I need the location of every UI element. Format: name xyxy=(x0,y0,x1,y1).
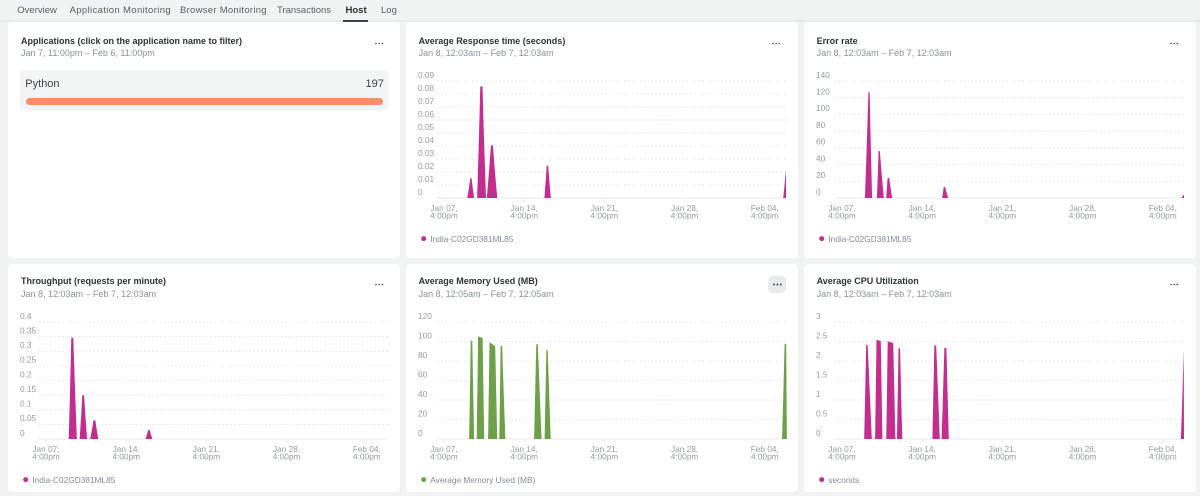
svg-text:0: 0 xyxy=(418,428,423,438)
svg-text:4:00pm: 4:00pm xyxy=(590,452,618,462)
svg-text:40: 40 xyxy=(816,154,826,164)
svg-text:4:00pm: 4:00pm xyxy=(112,452,140,462)
svg-text:0.15: 0.15 xyxy=(20,384,37,394)
svg-text:0: 0 xyxy=(418,187,423,197)
svg-text:0.1: 0.1 xyxy=(20,399,32,409)
svg-text:4:00pm: 4:00pm xyxy=(193,452,221,462)
svg-text:India-C02GD381ML85: India-C02GD381ML85 xyxy=(828,234,911,244)
svg-text:1.5: 1.5 xyxy=(816,369,828,379)
svg-text:4:00pm: 4:00pm xyxy=(1068,211,1096,221)
svg-text:4:00pm: 4:00pm xyxy=(908,211,936,221)
svg-text:4:00pm: 4:00pm xyxy=(273,452,301,462)
svg-text:Average Memory Used (MB): Average Memory Used (MB) xyxy=(430,475,535,485)
svg-text:0.03: 0.03 xyxy=(418,148,435,158)
svg-text:seconds: seconds xyxy=(828,475,859,485)
svg-text:0.4: 0.4 xyxy=(20,311,32,321)
svg-text:4:00pm: 4:00pm xyxy=(751,211,779,221)
svg-text:2: 2 xyxy=(816,350,821,360)
svg-text:1: 1 xyxy=(816,389,821,399)
svg-text:0.09: 0.09 xyxy=(418,70,435,80)
svg-text:80: 80 xyxy=(816,120,826,130)
svg-text:India-C02GD381ML85: India-C02GD381ML85 xyxy=(32,475,115,485)
svg-text:0.05: 0.05 xyxy=(418,122,435,132)
svg-text:4:00pm: 4:00pm xyxy=(510,211,538,221)
svg-text:4:00pm: 4:00pm xyxy=(988,452,1016,462)
svg-text:20: 20 xyxy=(816,171,826,181)
svg-text:0.02: 0.02 xyxy=(418,161,435,171)
svg-text:4:00pm: 4:00pm xyxy=(1068,452,1096,462)
svg-text:120: 120 xyxy=(816,87,830,97)
svg-text:0: 0 xyxy=(816,428,821,438)
svg-text:0.04: 0.04 xyxy=(418,135,435,145)
svg-text:India-C02GD381ML85: India-C02GD381ML85 xyxy=(430,234,513,244)
svg-text:3: 3 xyxy=(816,311,821,321)
svg-text:4:00pm: 4:00pm xyxy=(1149,452,1177,462)
svg-text:140: 140 xyxy=(816,70,830,80)
svg-text:0.3: 0.3 xyxy=(20,340,32,350)
svg-text:0.06: 0.06 xyxy=(418,109,435,119)
svg-text:40: 40 xyxy=(418,389,428,399)
svg-text:0.01: 0.01 xyxy=(418,174,435,184)
svg-text:20: 20 xyxy=(418,408,428,418)
svg-text:0.25: 0.25 xyxy=(20,355,37,365)
svg-text:4:00pm: 4:00pm xyxy=(353,452,381,462)
svg-text:4:00pm: 4:00pm xyxy=(32,452,60,462)
svg-text:0: 0 xyxy=(20,428,25,438)
svg-text:0.05: 0.05 xyxy=(20,413,37,423)
svg-text:80: 80 xyxy=(418,350,428,360)
svg-text:60: 60 xyxy=(418,369,428,379)
svg-text:4:00pm: 4:00pm xyxy=(828,452,856,462)
svg-text:0.07: 0.07 xyxy=(418,96,435,106)
svg-text:100: 100 xyxy=(418,330,432,340)
svg-text:4:00pm: 4:00pm xyxy=(1149,211,1177,221)
svg-text:4:00pm: 4:00pm xyxy=(670,211,698,221)
svg-text:60: 60 xyxy=(816,137,826,147)
svg-text:0.5: 0.5 xyxy=(816,408,828,418)
svg-text:4:00pm: 4:00pm xyxy=(590,211,618,221)
svg-text:4:00pm: 4:00pm xyxy=(908,452,936,462)
svg-text:4:00pm: 4:00pm xyxy=(751,452,779,462)
svg-text:0.08: 0.08 xyxy=(418,83,435,93)
svg-text:0.35: 0.35 xyxy=(20,325,37,335)
svg-text:4:00pm: 4:00pm xyxy=(430,211,458,221)
svg-text:0.2: 0.2 xyxy=(20,369,32,379)
svg-text:4:00pm: 4:00pm xyxy=(430,452,458,462)
svg-text:0: 0 xyxy=(816,187,821,197)
svg-text:4:00pm: 4:00pm xyxy=(510,452,538,462)
svg-text:2.5: 2.5 xyxy=(816,330,828,340)
svg-text:4:00pm: 4:00pm xyxy=(988,211,1016,221)
svg-text:4:00pm: 4:00pm xyxy=(828,211,856,221)
svg-text:100: 100 xyxy=(816,104,830,114)
svg-text:120: 120 xyxy=(418,311,432,321)
svg-text:4:00pm: 4:00pm xyxy=(670,452,698,462)
